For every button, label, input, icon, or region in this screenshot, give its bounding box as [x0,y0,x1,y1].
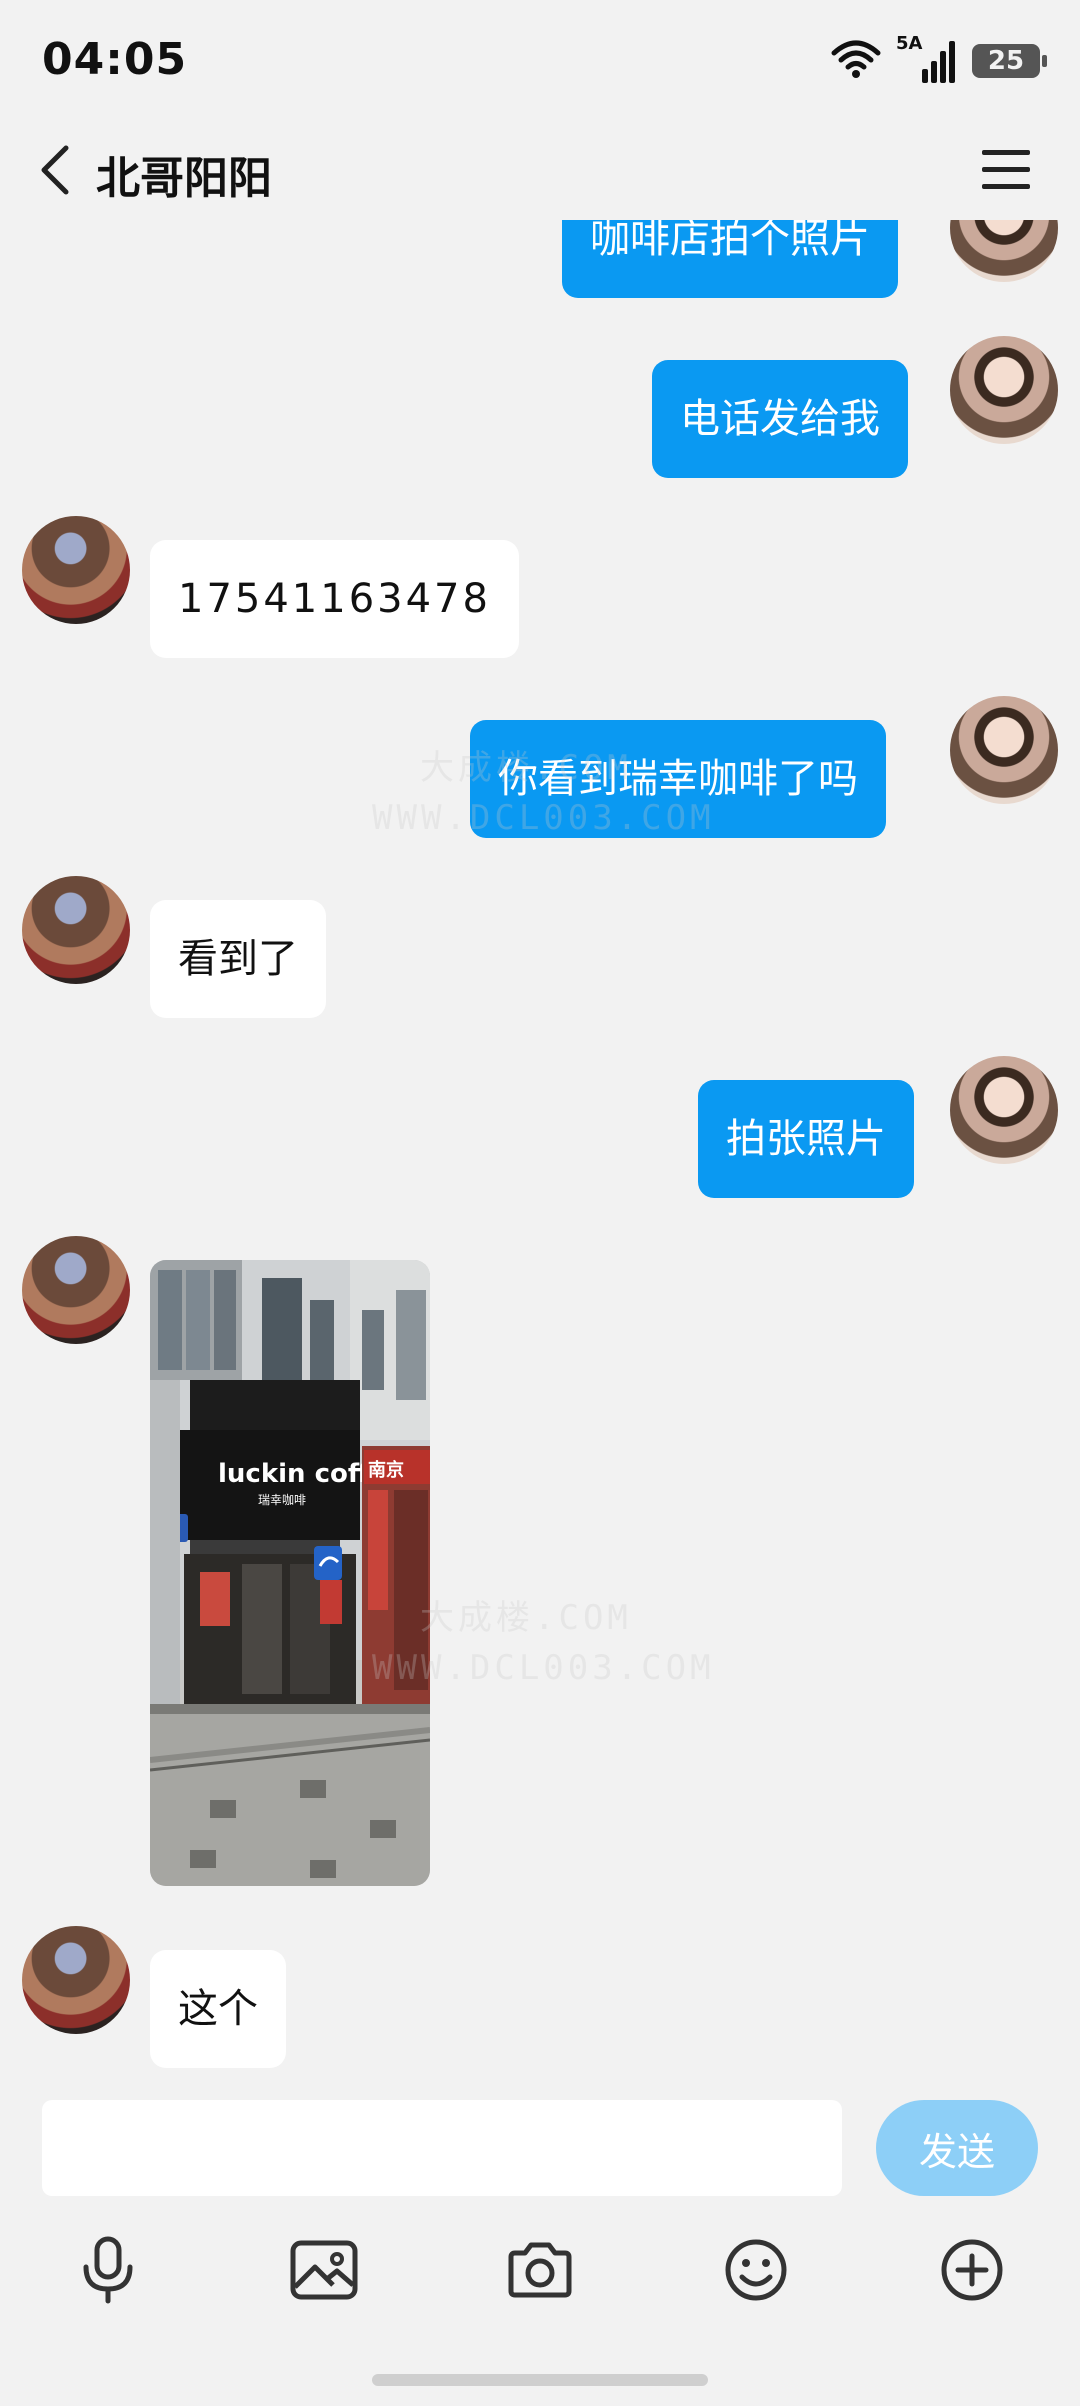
message-bubble-incoming[interactable]: 17541163478 [150,540,519,658]
more-button[interactable] [932,2230,1012,2310]
emoji-icon [725,2239,787,2301]
home-indicator[interactable] [372,2374,708,2386]
avatar[interactable] [22,1236,130,1344]
network-type-label: 5A [896,33,923,54]
input-toolbar [0,2210,1080,2330]
battery-indicator: 25 [972,44,1047,78]
avatar[interactable] [950,220,1058,282]
message-bubble-outgoing[interactable]: 咖啡店拍个照片 [562,220,898,298]
neighbor-sign-text: 南京 [368,1459,404,1481]
battery-level: 25 [987,46,1025,76]
avatar[interactable] [22,876,130,984]
send-button[interactable]: 发送 [876,2100,1038,2196]
message-bubble-outgoing[interactable]: 拍张照片 [698,1080,914,1198]
back-button[interactable] [28,140,88,200]
chat-header: 北哥阳阳 [0,120,1080,220]
camera-button[interactable] [500,2230,580,2310]
hamburger-menu-icon [982,150,1030,189]
storefront-photo: luckin coffee 瑞幸咖啡 南京 [150,1260,430,1886]
avatar[interactable] [950,696,1058,804]
avatar[interactable] [22,1926,130,2034]
wifi-icon [830,39,882,83]
voice-button[interactable] [68,2230,148,2310]
message-bubble-incoming[interactable]: 看到了 [150,900,326,1018]
plus-icon [941,2239,1003,2301]
avatar[interactable] [950,1056,1058,1164]
message-list[interactable]: 咖啡店拍个照片 电话发给我 17541163478 你看到瑞幸咖啡了吗 看到了 … [0,220,1080,2088]
image-icon [290,2240,358,2300]
camera-icon [508,2242,572,2298]
status-time: 04:05 [42,34,188,85]
message-input[interactable] [42,2100,842,2196]
avatar[interactable] [950,336,1058,444]
watermark-text: 大成楼.COM [420,1598,632,1638]
avatar[interactable] [22,516,130,624]
message-composer: 发送 [0,2088,1080,2198]
microphone-icon [83,2236,133,2304]
status-icons: 5A 25 [830,33,1047,86]
chat-title: 北哥阳阳 [96,153,272,204]
message-bubble-incoming[interactable]: 这个 [150,1950,286,2068]
menu-button[interactable] [978,144,1034,196]
status-bar: 04:05 5A 25 [0,0,1080,120]
image-message[interactable]: luckin coffee 瑞幸咖啡 南京 [150,1260,430,1886]
message-bubble-outgoing[interactable]: 你看到瑞幸咖啡了吗 [470,720,886,838]
gallery-button[interactable] [284,2230,364,2310]
shop-sign-subtext: 瑞幸咖啡 [258,1492,306,1507]
cellular-signal: 5A [896,33,958,85]
emoji-button[interactable] [716,2230,796,2310]
message-bubble-outgoing[interactable]: 电话发给我 [652,360,908,478]
chevron-left-icon [41,145,69,195]
